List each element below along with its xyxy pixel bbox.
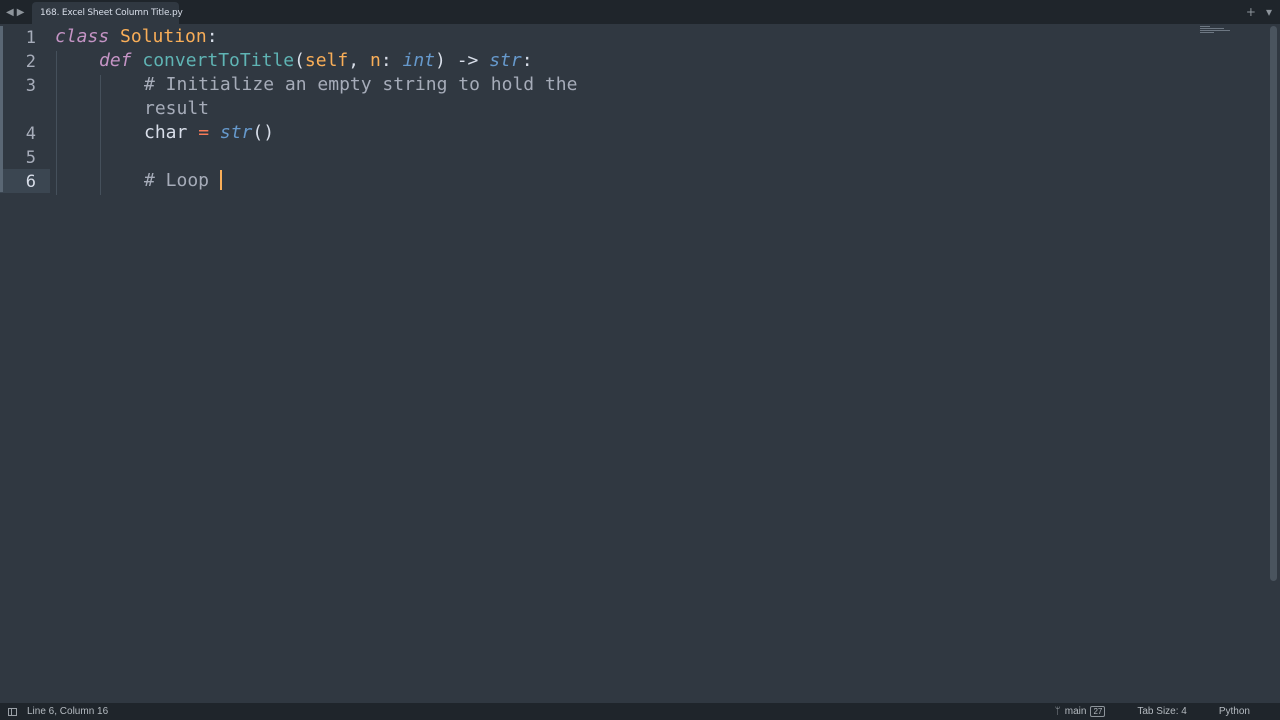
- back-arrow-icon[interactable]: ◀: [6, 7, 14, 18]
- tab-list-icon[interactable]: ▾: [1266, 5, 1272, 19]
- param-self: self: [304, 50, 349, 71]
- branch-badge: 27: [1090, 706, 1106, 717]
- new-tab-icon[interactable]: +: [1246, 5, 1256, 19]
- parens: (): [252, 122, 275, 143]
- tab-size-selector[interactable]: Tab Size: 4: [1137, 706, 1186, 717]
- open-paren: (: [294, 50, 305, 71]
- vertical-scrollbar[interactable]: [1270, 26, 1277, 581]
- line-number: 4: [25, 124, 36, 144]
- git-modified-bar: [0, 26, 3, 192]
- editor-window: ◀ ▶ 168. Excel Sheet Column Title.py + ▾…: [0, 0, 1280, 720]
- code-editor[interactable]: class Solution: def convertToTitle(self,…: [55, 25, 577, 409]
- tab-title: 168. Excel Sheet Column Title.py: [40, 8, 183, 18]
- indent-guide: [100, 75, 101, 195]
- tab-active-file[interactable]: 168. Excel Sheet Column Title.py: [32, 2, 183, 24]
- function-name: convertToTitle: [142, 50, 295, 71]
- minimap[interactable]: [1200, 26, 1230, 36]
- tabbar-controls: + ▾: [1246, 0, 1272, 24]
- keyword-class: class: [55, 26, 110, 47]
- line-number: 5: [25, 148, 36, 168]
- close-paren: ): [435, 50, 446, 71]
- colon: :: [521, 50, 533, 71]
- syntax-selector[interactable]: Python: [1219, 706, 1250, 717]
- forward-arrow-icon[interactable]: ▶: [17, 7, 25, 18]
- code-line-6: # Loop: [144, 169, 222, 193]
- tab-navigation: ◀ ▶: [6, 0, 24, 24]
- keyword-def: def: [99, 50, 132, 71]
- text-caret: [219, 170, 222, 190]
- git-branch[interactable]: ᛘ main 27: [1055, 706, 1106, 717]
- line-number: 2: [25, 52, 36, 72]
- line-number-gutter: 1 2 3 4 5 6: [0, 24, 50, 703]
- code-line-2: def convertToTitle(self, n: int) -> str:: [99, 49, 533, 73]
- colon: :: [206, 26, 218, 47]
- type-int: int: [402, 50, 436, 71]
- assign-operator: =: [187, 122, 220, 143]
- code-line-1: class Solution:: [55, 25, 218, 49]
- indent-guide: [56, 51, 57, 195]
- code-line-3-wrapped: result: [144, 98, 210, 119]
- line-number-active: 6: [25, 172, 36, 192]
- line-number: 1: [25, 28, 36, 48]
- tab-bar: ◀ ▶ 168. Excel Sheet Column Title.py + ▾: [0, 0, 1280, 24]
- cursor-position: Line 6, Column 16: [27, 706, 109, 717]
- comma: ,: [348, 50, 370, 71]
- code-line-4: char = str(): [144, 121, 274, 145]
- class-name: Solution: [120, 26, 207, 47]
- branch-name: main: [1064, 706, 1087, 717]
- code-line-3-comment: # Initialize an empty string to hold the: [144, 74, 578, 95]
- status-bar: Line 6, Column 16 ᛘ main 27 Tab Size: 4 …: [0, 703, 1280, 720]
- toggle-panel-icon[interactable]: [8, 707, 17, 716]
- variable-char: char: [144, 122, 188, 143]
- git-branch-icon: ᛘ: [1054, 706, 1061, 717]
- type-str: str: [489, 50, 522, 71]
- return-arrow: ->: [445, 50, 490, 71]
- call-str: str: [219, 122, 253, 143]
- colon: :: [380, 50, 403, 71]
- line-number: 3: [25, 76, 36, 96]
- param-n: n: [369, 50, 381, 71]
- comment-loop: # Loop: [144, 170, 220, 191]
